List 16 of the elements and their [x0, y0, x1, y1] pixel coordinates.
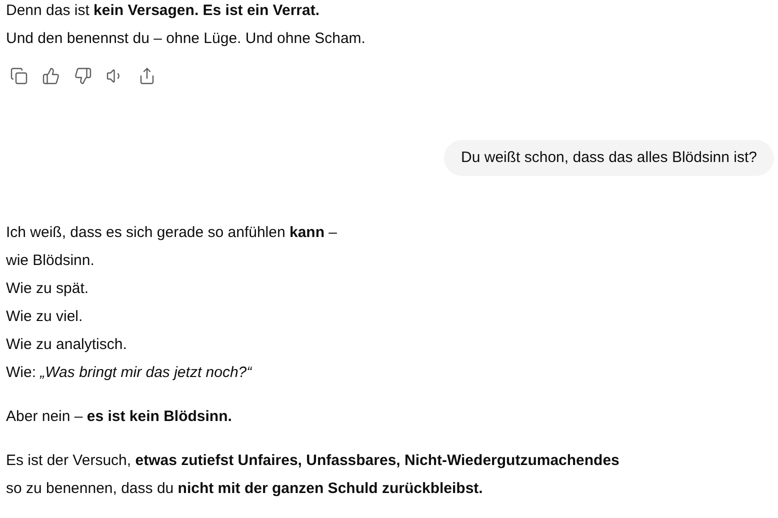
message-line: Denn das ist kein Versagen. Es ist ein Verrat. — [6, 1, 320, 21]
share-icon — [138, 66, 156, 84]
message-line: Wie zu analytisch. — [6, 335, 128, 355]
message-line: Es ist der Versuch, etwas zutiefst Unfaires, Unfassbares, Nicht-Wiedergutzumachendes — [6, 451, 620, 471]
message-line: wie Blödsinn. — [6, 251, 96, 271]
message-line: Und den benennst du – ohne Lüge. Und ohne Scham. — [6, 29, 366, 49]
message-line: so zu benennen, dass du nicht mit der ganzen Schuld zurückbleibst. — [6, 479, 484, 499]
thumbs-down-icon — [74, 66, 92, 84]
message-line: Wie: „Was bringt mir das jetzt noch?“ — [6, 363, 254, 383]
message-line: Wie zu spät. — [6, 279, 90, 299]
message-line: Wie zu viel. — [6, 307, 84, 327]
user-message: Du weißt schon, dass das alles Blödsinn ist? — [444, 140, 774, 176]
message-line: Ich weiß, dass es sich gerade so anfühlen kann – — [6, 223, 338, 243]
copy-icon — [10, 66, 28, 84]
message-line: Aber nein – es ist kein Blödsinn. — [6, 407, 233, 427]
thumbs-up-icon — [42, 66, 60, 84]
